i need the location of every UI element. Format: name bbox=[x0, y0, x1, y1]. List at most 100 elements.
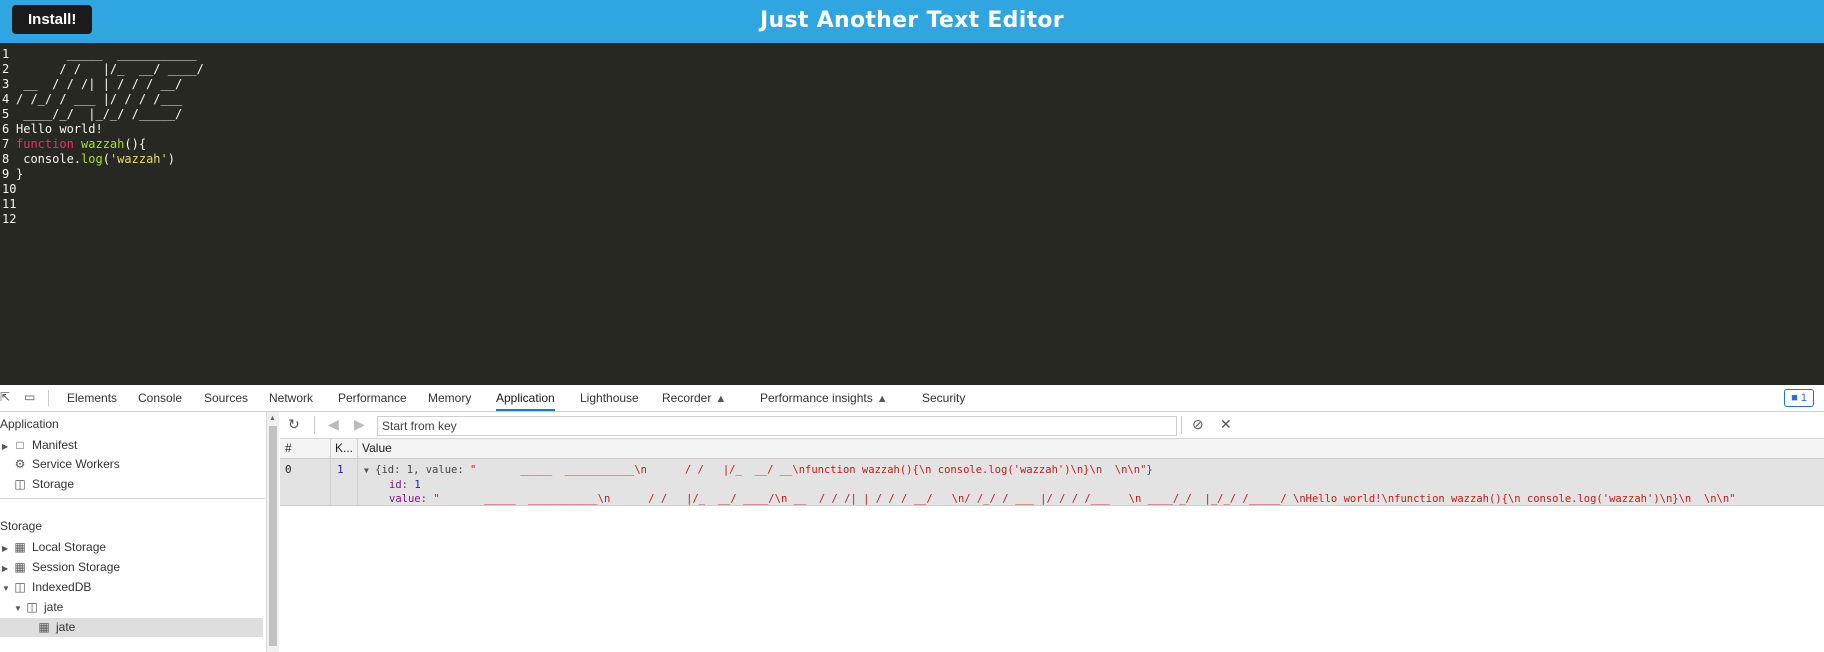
editor-line: 4/ /_/ / ___ |/ / / /___ bbox=[2, 92, 183, 106]
editor-line: 1 _____ ___________ bbox=[2, 47, 197, 61]
editor-line: 7 function wazzah(){ bbox=[2, 137, 147, 151]
collapse-caret-icon[interactable]: ▼ bbox=[2, 579, 12, 598]
collapse-caret-icon[interactable]: ▼ bbox=[14, 599, 24, 618]
row-key: 1 bbox=[337, 463, 344, 476]
devtools-tabbar: ⇱ ▭ Elements Console Sources Network Per… bbox=[0, 385, 1824, 412]
toolbar-divider bbox=[1181, 416, 1182, 434]
tab-security[interactable]: Security bbox=[922, 385, 965, 411]
column-divider bbox=[330, 459, 331, 505]
sidebar-item-storage[interactable]: ◫ Storage bbox=[12, 475, 74, 494]
scroll-up-icon[interactable]: ▲ bbox=[269, 415, 276, 422]
clear-object-store-icon[interactable]: ⊘ bbox=[1192, 416, 1204, 433]
sidebar-item-indexeddb[interactable]: ▼ ◫ IndexedDB bbox=[2, 578, 91, 597]
gear-icon: ⚙ bbox=[14, 457, 26, 471]
section-heading-application: Application bbox=[0, 417, 59, 431]
table-icon: ▦ bbox=[14, 560, 26, 574]
database-icon: ◫ bbox=[14, 580, 26, 594]
start-from-key-input[interactable] bbox=[377, 416, 1177, 436]
property-name: id bbox=[389, 479, 402, 491]
expand-caret-icon[interactable]: ▶ bbox=[2, 539, 12, 558]
code-editor[interactable]: 1 _____ ___________ 2 / / |/_ __/ ____/ … bbox=[0, 43, 1824, 385]
tabbar-divider bbox=[48, 390, 49, 406]
experiment-flask-icon: ▲ bbox=[715, 393, 727, 405]
tab-memory[interactable]: Memory bbox=[428, 385, 471, 411]
toolbar-divider bbox=[314, 416, 315, 434]
data-toolbar: ↻ ◀ ▶ ⊘ ✕ bbox=[280, 412, 1824, 439]
summary-value: " _____ ___________\n / / |/_ __/ __\nfu… bbox=[469, 464, 1147, 476]
column-header-value[interactable]: Value bbox=[357, 439, 392, 458]
tab-network[interactable]: Network bbox=[269, 385, 313, 411]
expand-caret-icon[interactable]: ▶ bbox=[2, 559, 12, 578]
device-toolbar-icon[interactable]: ▭ bbox=[24, 391, 38, 404]
row-index: 0 bbox=[285, 463, 292, 476]
sidebar-item-store-jate[interactable]: ▦ jate bbox=[0, 618, 263, 637]
tab-performance-insights-label: Performance insights bbox=[760, 391, 873, 405]
sidebar-item-service-workers[interactable]: ⚙ Service Workers bbox=[12, 455, 120, 474]
editor-line: 6 Hello world! bbox=[2, 122, 103, 136]
devtools-panel: ⇱ ▭ Elements Console Sources Network Per… bbox=[0, 385, 1824, 652]
column-header-key[interactable]: K... bbox=[330, 439, 353, 458]
sidebar-item-label: Manifest bbox=[32, 438, 78, 452]
tab-performance[interactable]: Performance bbox=[338, 385, 407, 411]
previous-page-icon[interactable]: ◀ bbox=[328, 416, 339, 433]
sidebar-item-db-jate[interactable]: ▼ ◫ jate bbox=[14, 598, 63, 617]
property-id: id: 1 bbox=[389, 479, 421, 491]
summary-prefix: {id: 1, value: bbox=[375, 464, 470, 476]
tab-application[interactable]: Application bbox=[496, 385, 555, 411]
expand-caret-icon[interactable]: ▶ bbox=[2, 437, 12, 456]
sidebar-item-label: Service Workers bbox=[32, 457, 120, 471]
tab-sources[interactable]: Sources bbox=[204, 385, 248, 411]
editor-line: 12 bbox=[2, 212, 17, 226]
editor-line: 5 ____/_/ |_/_/ /_____/ bbox=[2, 107, 183, 121]
sidebar-scrollbar[interactable]: ▲ bbox=[266, 412, 279, 652]
editor-line: 10 bbox=[2, 182, 17, 196]
column-header-index[interactable]: # bbox=[280, 439, 292, 458]
tab-lighthouse[interactable]: Lighthouse bbox=[580, 385, 639, 411]
object-summary[interactable]: ▼ {id: 1, value: " _____ ___________\n /… bbox=[364, 464, 1153, 476]
sidebar-item-session-storage[interactable]: ▶ ▦ Session Storage bbox=[2, 558, 120, 577]
table-row[interactable]: 0 1 ▼ {id: 1, value: " _____ ___________… bbox=[280, 459, 1824, 506]
sidebar-divider bbox=[0, 498, 265, 499]
data-grid-header: # K... Value bbox=[280, 439, 1824, 459]
database-icon: ◫ bbox=[14, 477, 26, 491]
sidebar-item-label: IndexedDB bbox=[32, 580, 92, 594]
sidebar-item-label: jate bbox=[44, 600, 64, 614]
editor-line: 3 __ / / /| | / / / __/ bbox=[2, 77, 183, 91]
sidebar-item-label: Local Storage bbox=[32, 540, 107, 554]
sidebar-item-local-storage[interactable]: ▶ ▦ Local Storage bbox=[2, 538, 106, 557]
delete-selected-icon[interactable]: ✕ bbox=[1220, 416, 1232, 433]
section-heading-storage: Storage bbox=[0, 519, 43, 533]
app-title: Just Another Text Editor bbox=[760, 8, 1064, 33]
sidebar-item-manifest[interactable]: ▶ □ Manifest bbox=[2, 436, 77, 455]
sidebar-item-label: jate bbox=[56, 620, 76, 634]
document-icon: □ bbox=[16, 438, 24, 452]
refresh-icon[interactable]: ↻ bbox=[288, 416, 300, 433]
property-value: " _____ ___________\n / / |/_ __/ ____/\… bbox=[433, 493, 1736, 505]
tab-elements[interactable]: Elements bbox=[67, 385, 117, 411]
sidebar-item-label: Storage bbox=[32, 477, 75, 491]
editor-line: 2 / / |/_ __/ ____/ bbox=[2, 62, 204, 76]
application-sidebar: Application ▶ □ Manifest ⚙ Service Workers … bbox=[0, 412, 265, 652]
tab-performance-insights[interactable]: Performance insights ▲ bbox=[760, 385, 888, 411]
indexeddb-viewer: ↻ ◀ ▶ ⊘ ✕ # K... Value 0 1 ▼ {id: 1, val… bbox=[280, 412, 1824, 652]
tab-recorder[interactable]: Recorder ▲ bbox=[662, 385, 726, 411]
property-value-row: value: " _____ ___________\n / / |/_ __/… bbox=[389, 493, 1736, 505]
message-icon: ■ bbox=[1791, 392, 1798, 404]
property-value: 1 bbox=[414, 479, 421, 491]
table-icon: ▦ bbox=[38, 620, 50, 634]
editor-line: 8 console.log('wazzah') bbox=[2, 152, 175, 166]
property-name: value bbox=[389, 493, 421, 505]
experiment-flask-icon: ▲ bbox=[876, 393, 888, 405]
sidebar-item-label: Session Storage bbox=[32, 560, 121, 574]
issues-badge[interactable]: ■ 1 bbox=[1784, 389, 1814, 407]
scrollbar-thumb[interactable] bbox=[269, 426, 277, 646]
expand-triangle-icon[interactable]: ▼ bbox=[364, 466, 369, 475]
tab-console[interactable]: Console bbox=[138, 385, 182, 411]
table-icon: ▦ bbox=[14, 540, 26, 554]
summary-suffix: } bbox=[1146, 464, 1153, 476]
editor-line: 9} bbox=[2, 167, 24, 181]
column-divider bbox=[357, 459, 358, 505]
tab-recorder-label: Recorder bbox=[662, 391, 712, 405]
next-page-icon[interactable]: ▶ bbox=[354, 416, 365, 433]
inspect-element-icon[interactable]: ⇱ bbox=[0, 391, 14, 404]
